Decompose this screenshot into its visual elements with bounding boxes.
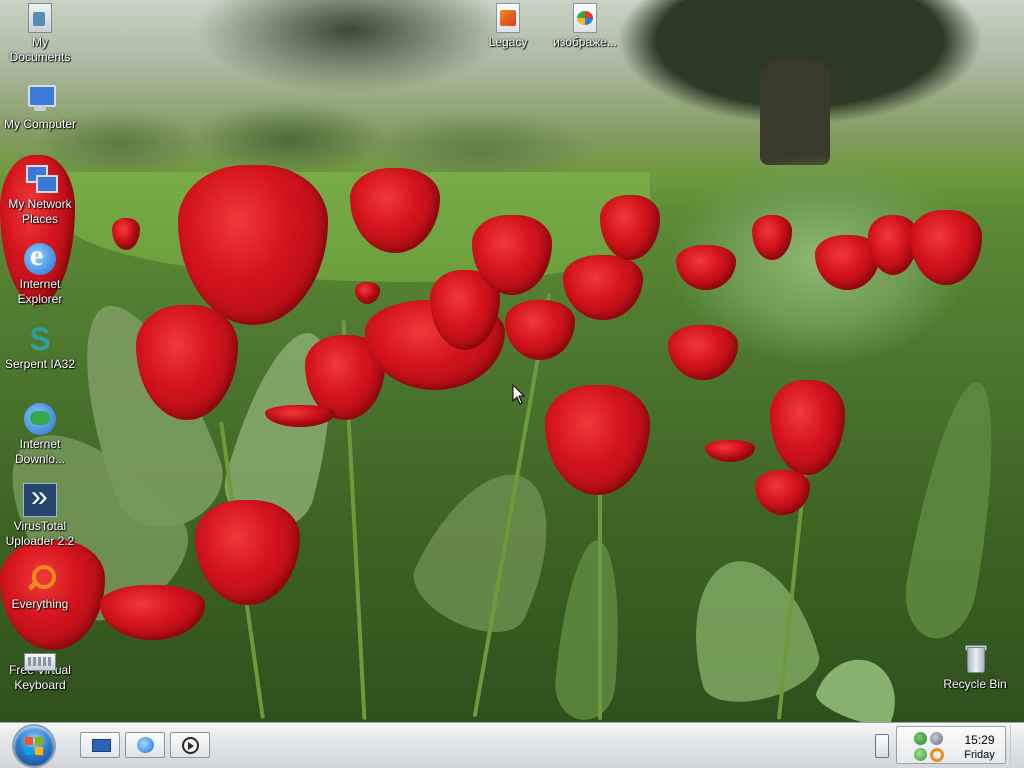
legacy-file-icon — [496, 3, 520, 33]
icon-label: Internet Downlo... — [14, 437, 66, 466]
desktop-icon-my-computer[interactable]: My Computer — [0, 83, 80, 132]
system-tray: 15:29 Friday — [896, 726, 1006, 764]
desktop-icon-everything[interactable]: Everything — [0, 563, 80, 612]
desktop-icon-free-virtual-keyboard[interactable]: Free Virtual Keyboard — [0, 643, 80, 693]
desktop-icon-serpent[interactable]: S Serpent IA32 — [0, 323, 80, 372]
my-computer-icon — [24, 83, 56, 115]
icon-label: VirusTotal Uploader 2.2 — [5, 519, 75, 548]
show-desktop-button[interactable] — [875, 734, 889, 758]
icon-label: My Computer — [3, 117, 77, 131]
internet-explorer-icon — [24, 239, 56, 275]
start-button[interactable] — [14, 726, 54, 766]
connection-tray-icon[interactable] — [914, 748, 927, 761]
desktop-icon — [92, 739, 111, 752]
keyboard-icon — [24, 653, 56, 671]
desktop-wallpaper — [0, 0, 1024, 722]
quick-launch-internet-explorer[interactable] — [125, 732, 165, 758]
image-file-icon — [573, 3, 597, 33]
clock-time[interactable]: 15:29 — [957, 733, 1002, 747]
desktop-icon-virustotal[interactable]: VirusTotal Uploader 2.2 — [0, 480, 80, 549]
quick-launch-media-player[interactable] — [170, 732, 210, 758]
internet-explorer-icon — [137, 737, 154, 753]
media-player-icon — [182, 737, 199, 754]
taskbar-edge — [1010, 725, 1021, 765]
network-places-icon — [24, 163, 58, 195]
icon-label: Legacy — [488, 35, 528, 49]
icon-label: Serpent IA32 — [4, 357, 76, 371]
icon-label: Internet Explorer — [17, 277, 63, 306]
desktop-icon-internet-download-manager[interactable]: Internet Downlo... — [0, 403, 80, 467]
windows-start-icon — [25, 737, 43, 755]
everything-tray-icon[interactable] — [930, 748, 944, 762]
desktop-icon-image-file[interactable]: изображе... — [545, 3, 625, 50]
clock-day[interactable]: Friday — [957, 749, 1002, 761]
internet-download-manager-icon — [24, 403, 56, 435]
everything-search-icon — [24, 563, 56, 595]
desktop-icon-internet-explorer[interactable]: Internet Explorer — [0, 239, 80, 307]
icon-label: Everything — [11, 597, 69, 611]
taskbar: 15:29 Friday — [0, 722, 1024, 768]
network-tray-icon[interactable] — [914, 732, 927, 745]
update-tray-icon[interactable] — [930, 732, 943, 745]
desktop-icon-recycle-bin[interactable]: Recycle Bin — [935, 643, 1015, 692]
quick-launch-show-desktop[interactable] — [80, 732, 120, 758]
desktop-icon-my-documents[interactable]: My Documents — [0, 3, 80, 65]
virustotal-icon — [23, 480, 57, 517]
icon-label: Recycle Bin — [943, 677, 1007, 691]
icon-label: My Documents — [9, 35, 71, 64]
icon-label: изображе... — [553, 35, 617, 49]
recycle-bin-icon — [959, 643, 991, 675]
desktop-icon-legacy[interactable]: Legacy — [468, 3, 548, 50]
icon-label: My Network Places — [8, 197, 72, 226]
desktop-icon-my-network-places[interactable]: My Network Places — [0, 163, 80, 227]
serpent-icon: S — [29, 321, 51, 357]
my-documents-icon — [28, 3, 52, 33]
